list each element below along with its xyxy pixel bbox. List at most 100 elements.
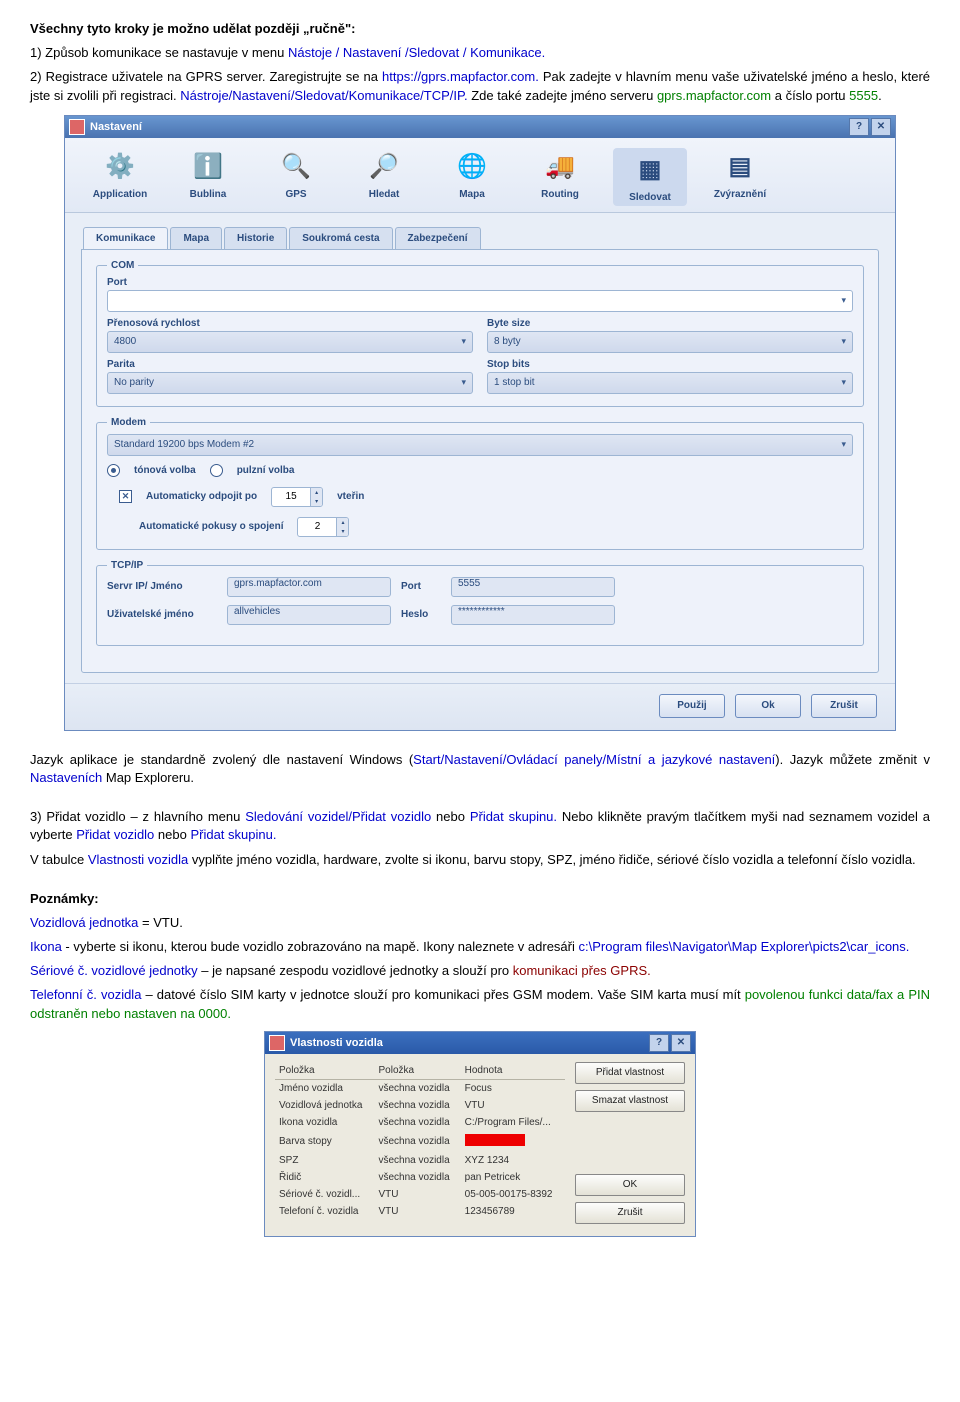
radio-tone[interactable] <box>107 464 120 477</box>
label-unit-seconds: vteřin <box>337 491 364 502</box>
toolbar-icon: ▤ <box>721 148 759 186</box>
legend-modem: Modem <box>107 417 150 428</box>
vehicle-titlebar: Vlastnosti vozidla ? ✕ <box>265 1032 695 1054</box>
category-toolbar: ⚙️ Application ℹ️ Bublina 🔍 GPS 🔎 Hledat 🌐Mapa 🚚 R… <box>65 138 895 213</box>
radio-pulse[interactable] <box>210 464 223 477</box>
tab-zabezpečení[interactable]: Zabezpečení <box>395 227 481 249</box>
toolbar-icon: 🔎 <box>365 148 403 186</box>
app-icon <box>69 119 85 135</box>
toolbar-sledovat[interactable]: ▦ Sledovat <box>613 148 687 206</box>
bytesize-select[interactable]: 8 byty▾ <box>487 331 853 353</box>
vehicle-cancel-button[interactable]: Zrušit <box>575 1202 685 1224</box>
label-retry: Automatické pokusy o spojení <box>139 521 283 532</box>
help-button[interactable]: ? <box>849 118 869 136</box>
table-row[interactable]: Telefoní č. vozidlaVTU123456789 <box>275 1203 565 1220</box>
step1: 1) Způsob komunikace se nastavuje v menu… <box>30 44 930 62</box>
toolbar-label: GPS <box>285 189 306 200</box>
group-com: COM Port ▾ Přenosová rychlost 4800▾ Byte… <box>96 260 864 407</box>
toolbar-hledat[interactable]: 🔎 Hledat <box>349 148 419 206</box>
input-password[interactable]: ************ <box>451 605 615 625</box>
spin-autodisconnect[interactable]: ▴▾ <box>271 487 323 507</box>
baud-select[interactable]: 4800▾ <box>107 331 473 353</box>
toolbar-routing[interactable]: 🚚 Routing <box>525 148 595 206</box>
table-row[interactable]: Jméno vozidlavšechna vozidlaFocus <box>275 1079 565 1097</box>
step3: 3) Přidat vozidlo – z hlavního menu Sled… <box>30 808 930 844</box>
label-password: Heslo <box>401 609 441 620</box>
table-row[interactable]: Řidičvšechna vozidlapan Petricek <box>275 1169 565 1186</box>
toolbar-mapa[interactable]: 🌐Mapa <box>437 148 507 206</box>
table-row[interactable]: Ikona vozidlavšechna vozidlaC:/Program F… <box>275 1114 565 1131</box>
toolbar-gps[interactable]: 🔍 GPS <box>261 148 331 206</box>
toolbar-icon: ▦ <box>631 151 669 189</box>
step3b: V tabulce Vlastnosti vozidla vyplňte jmé… <box>30 851 930 869</box>
dialog-title: Nastavení <box>90 121 142 133</box>
toolbar-icon: ℹ️ <box>189 148 227 186</box>
note-serial: Sériové č. vozidlové jednotky – je napsa… <box>30 962 930 980</box>
tab-komunikace[interactable]: Komunikace <box>83 227 168 249</box>
tab-komunikace-body: COM Port ▾ Přenosová rychlost 4800▾ Byte… <box>81 249 879 673</box>
apply-button[interactable]: Použij <box>659 694 725 718</box>
toolbar-icon: 🚚 <box>541 148 579 186</box>
delete-property-button[interactable]: Smazat vlastnost <box>575 1090 685 1112</box>
intro-heading: Všechny tyto kroky je možno udělat pozdě… <box>30 20 930 38</box>
input-tcp-port[interactable]: 5555 <box>451 577 615 597</box>
vehicle-ok-button[interactable]: OK <box>575 1174 685 1196</box>
toolbar-icon: 🔍 <box>277 148 315 186</box>
parity-select[interactable]: No parity▾ <box>107 372 473 394</box>
toolbar-zvýraznění[interactable]: ▤ Zvýraznění <box>705 148 775 206</box>
toolbar-icon: 🌐 <box>453 148 491 186</box>
label-port: Port <box>107 277 853 288</box>
legend-tcpip: TCP/IP <box>107 560 147 571</box>
sub-tabs: KomunikaceMapaHistorieSoukromá cestaZabe… <box>65 213 895 249</box>
toolbar-label: Routing <box>541 189 579 200</box>
stopbits-select[interactable]: 1 stop bit▾ <box>487 372 853 394</box>
input-username[interactable]: allvehicles <box>227 605 391 625</box>
table-row[interactable]: Vozidlová jednotkavšechna vozidlaVTU <box>275 1097 565 1114</box>
lang-paragraph: Jazyk aplikace je standardně zvolený dle… <box>30 751 930 787</box>
add-property-button[interactable]: Přidat vlastnost <box>575 1062 685 1084</box>
table-row[interactable]: SPZvšechna vozidlaXYZ 1234 <box>275 1152 565 1169</box>
toolbar-application[interactable]: ⚙️ Application <box>85 148 155 206</box>
notes-heading: Poznámky: <box>30 890 930 908</box>
th-1: Položka <box>374 1062 460 1080</box>
label-parity: Parita <box>107 359 473 370</box>
toolbar-label: Hledat <box>369 189 400 200</box>
close-button[interactable]: ✕ <box>871 118 891 136</box>
label-server: Servr IP/ Jméno <box>107 581 217 592</box>
checkbox-autodisconnect[interactable]: ✕ <box>119 490 132 503</box>
com-port-select[interactable]: ▾ <box>107 290 853 312</box>
dialog-footer: Použij Ok Zrušit <box>65 683 895 730</box>
label-autodisconnect: Automaticky odpojit po <box>146 491 257 502</box>
cancel-button[interactable]: Zrušit <box>811 694 877 718</box>
tab-mapa[interactable]: Mapa <box>170 227 222 249</box>
note-icon: Ikona - vyberte si ikonu, kterou bude vo… <box>30 938 930 956</box>
settings-dialog: Nastavení ? ✕ ⚙️ Application ℹ️ Bublina 🔍 GPS… <box>64 115 896 731</box>
toolbar-label: Application <box>93 189 147 200</box>
table-row[interactable]: Sériové č. vozidl...VTU05-005-00175-8392 <box>275 1186 565 1203</box>
table-row[interactable]: Barva stopyvšechna vozidla <box>275 1131 565 1152</box>
toolbar-label: Bublina <box>190 189 227 200</box>
modem-device-select[interactable]: Standard 19200 bps Modem #2▾ <box>107 434 853 456</box>
tab-historie[interactable]: Historie <box>224 227 287 249</box>
toolbar-icon: ⚙️ <box>101 148 139 186</box>
step2: 2) Registrace uživatele na GPRS server. … <box>30 68 930 104</box>
vehicle-close-button[interactable]: ✕ <box>671 1034 691 1052</box>
group-tcpip: TCP/IP Servr IP/ Jméno gprs.mapfactor.co… <box>96 560 864 646</box>
toolbar-label: Zvýraznění <box>714 189 766 200</box>
label-tone: tónová volba <box>134 465 196 476</box>
vehicle-app-icon <box>269 1035 285 1051</box>
vehicle-help-button[interactable]: ? <box>649 1034 669 1052</box>
label-bytesize: Byte size <box>487 318 853 329</box>
input-server[interactable]: gprs.mapfactor.com <box>227 577 391 597</box>
toolbar-bublina[interactable]: ℹ️ Bublina <box>173 148 243 206</box>
tab-soukromá cesta[interactable]: Soukromá cesta <box>289 227 392 249</box>
ok-button[interactable]: Ok <box>735 694 801 718</box>
toolbar-label: Sledovat <box>629 192 671 203</box>
label-baud: Přenosová rychlost <box>107 318 473 329</box>
label-tcp-port: Port <box>401 581 441 592</box>
dialog-titlebar: Nastavení ? ✕ <box>65 116 895 138</box>
note-phone: Telefonní č. vozidla – datové číslo SIM … <box>30 986 930 1022</box>
spin-retry[interactable]: ▴▾ <box>297 517 349 537</box>
legend-com: COM <box>107 260 138 271</box>
vehicle-table: Položka Položka Hodnota Jméno vozidlavše… <box>275 1062 565 1224</box>
